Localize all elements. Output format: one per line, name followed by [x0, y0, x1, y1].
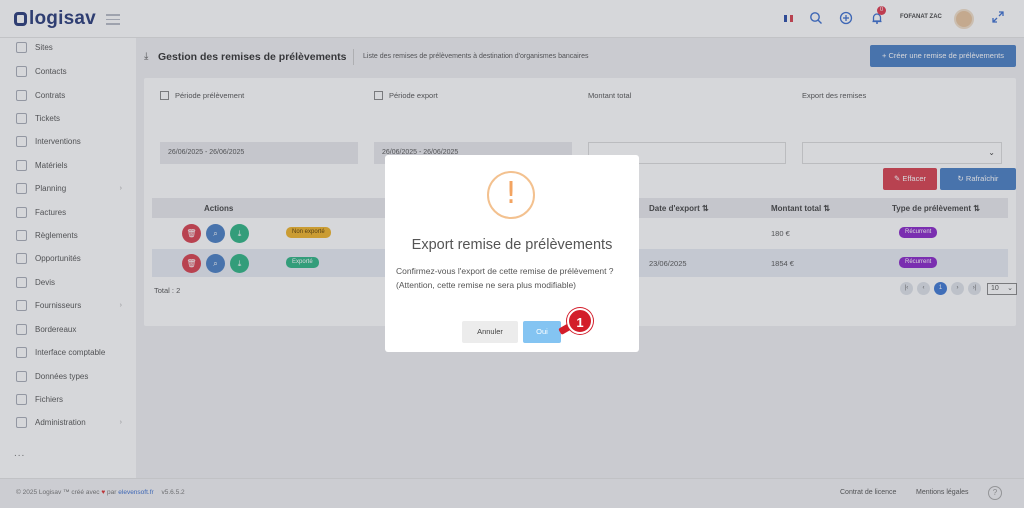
warning-icon: ! — [487, 171, 535, 219]
dialog-message: Confirmez-vous l'export de cette remise … — [396, 266, 614, 290]
confirm-button[interactable]: Oui — [523, 321, 561, 343]
annotation-step-marker: 1 — [567, 308, 593, 334]
dialog-title: Export remise de prélèvements — [411, 237, 613, 253]
confirm-export-dialog: ! Export remise de prélèvements Confirme… — [385, 155, 639, 352]
cancel-button[interactable]: Annuler — [462, 321, 518, 343]
